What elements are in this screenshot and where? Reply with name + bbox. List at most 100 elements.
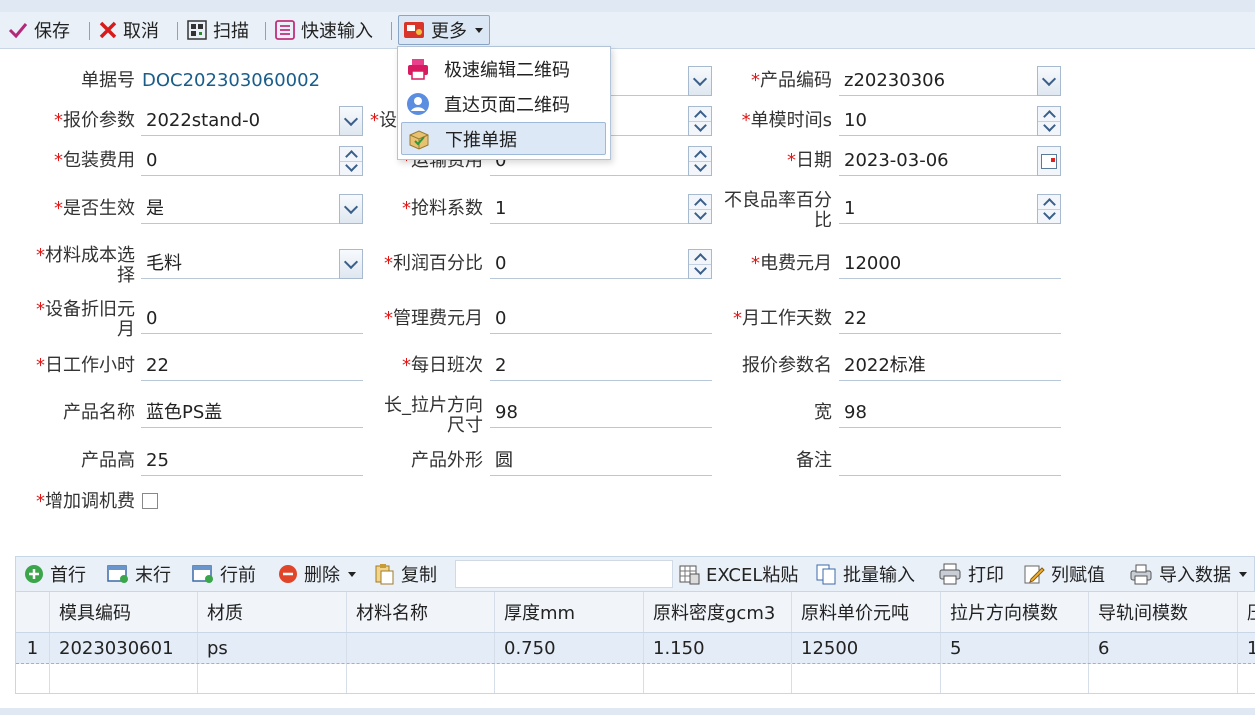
height-label: 产品高 — [81, 450, 135, 471]
shape-field[interactable]: 圆 — [490, 446, 712, 476]
column-header[interactable]: 压 — [1238, 592, 1255, 632]
spin-down-icon[interactable] — [1038, 207, 1060, 223]
mgmt-fee-label: *管理费元月 — [384, 308, 483, 329]
menu-item-direct-page-qr[interactable]: 直达页面二维码 — [401, 87, 606, 120]
table-cell[interactable]: 12500 — [792, 633, 941, 663]
import-data-button[interactable]: 导入数据 — [1129, 561, 1247, 587]
table-cell[interactable]: 5 — [941, 633, 1089, 663]
table-cell[interactable] — [50, 664, 198, 693]
length-field[interactable]: 98 — [490, 398, 712, 428]
table-cell[interactable]: 0.750 — [495, 633, 644, 663]
delete-button[interactable]: 删除 — [278, 561, 356, 587]
chevron-down-icon[interactable] — [1037, 66, 1061, 96]
excel-paste-button[interactable]: EXCEL粘贴 — [678, 561, 798, 587]
column-header[interactable]: 拉片方向模数 — [941, 592, 1089, 632]
table-cell[interactable] — [1089, 664, 1238, 693]
depreciation-field[interactable]: 0 — [141, 304, 363, 334]
save-button[interactable]: 保存 — [8, 17, 70, 43]
cancel-button[interactable]: 取消 — [99, 17, 159, 43]
column-header[interactable]: 原料单价元吨 — [792, 592, 941, 632]
table-cell[interactable] — [644, 664, 792, 693]
remark-field[interactable] — [839, 446, 1061, 476]
spin-down-icon[interactable] — [689, 262, 711, 278]
menu-item-push-down-doc[interactable]: 下推单据 — [401, 122, 606, 155]
first-row-button[interactable]: 首行 — [24, 561, 86, 587]
column-header[interactable]: 导轨间模数 — [1089, 592, 1238, 632]
width-field[interactable]: 98 — [839, 398, 1061, 428]
defect-rate-field[interactable]: 1 — [839, 194, 1061, 224]
mgmt-fee-field[interactable]: 0 — [490, 304, 712, 334]
add-setup-fee-checkbox[interactable] — [142, 493, 158, 509]
monthly-days-field[interactable]: 22 — [839, 304, 1061, 334]
spinner[interactable] — [688, 106, 712, 136]
scan-button[interactable]: 扫描 — [187, 17, 249, 43]
print-button[interactable]: 打印 — [938, 561, 1004, 587]
last-row-button[interactable]: 末行 — [107, 561, 171, 587]
spin-down-icon[interactable] — [689, 159, 711, 175]
table-cell[interactable]: 1 — [1238, 633, 1255, 663]
packaging-cost-field[interactable]: 0 — [141, 146, 363, 176]
quote-param-name-value: 2022标准 — [844, 355, 926, 376]
product-code-field[interactable]: z20230306 — [839, 66, 1061, 96]
insert-before-button[interactable]: 行前 — [192, 561, 256, 587]
spin-down-icon[interactable] — [689, 119, 711, 135]
spinner[interactable] — [339, 146, 363, 176]
spin-down-icon[interactable] — [340, 159, 362, 175]
table-cell[interactable]: 2023030601 — [50, 633, 198, 663]
more-button[interactable]: 更多 — [398, 15, 490, 45]
date-field[interactable]: 2023-03-06 — [839, 146, 1061, 176]
spinner[interactable] — [688, 146, 712, 176]
table-cell[interactable] — [941, 664, 1089, 693]
single-mold-time-field[interactable]: 10 — [839, 106, 1061, 136]
table-cell[interactable] — [495, 664, 644, 693]
electricity-field[interactable]: 12000 — [839, 249, 1061, 279]
spin-down-icon[interactable] — [1038, 119, 1060, 135]
edit-icon — [1024, 565, 1045, 584]
table-cell[interactable]: 6 — [1089, 633, 1238, 663]
product-code-label: *产品编码 — [751, 70, 832, 91]
column-header[interactable]: 厚度mm — [495, 592, 644, 632]
spinner[interactable] — [1037, 194, 1061, 224]
table-cell[interactable] — [347, 633, 495, 663]
material-cost-field[interactable]: 毛料 — [141, 249, 363, 279]
column-assign-button[interactable]: 列赋值 — [1023, 561, 1105, 587]
column-header[interactable]: 原料密度gcm3 — [644, 592, 792, 632]
column-header[interactable]: 模具编码 — [50, 592, 198, 632]
table-cell[interactable] — [1238, 664, 1255, 693]
table-cell[interactable]: ps — [198, 633, 347, 663]
menu-item-fast-edit-qr[interactable]: 极速编辑二维码 — [401, 52, 606, 85]
spin-down-icon[interactable] — [689, 207, 711, 223]
material-cost-label: *材料成本选择 — [36, 245, 135, 286]
quote-param-name-field[interactable]: 2022标准 — [839, 351, 1061, 381]
spinner[interactable] — [1037, 106, 1061, 136]
column-header[interactable]: 材料名称 — [347, 592, 495, 632]
main-toolbar: 保存 取消 扫描 快速输入 更多 — [0, 12, 1255, 49]
daily-hours-field[interactable]: 22 — [141, 351, 363, 381]
effective-field[interactable]: 是 — [141, 194, 363, 224]
batch-input-button[interactable]: 批量输入 — [815, 561, 915, 587]
calendar-icon[interactable] — [1037, 146, 1061, 176]
chevron-down-icon[interactable] — [339, 194, 363, 224]
profit-pct-field[interactable]: 0 — [490, 249, 712, 279]
chevron-down-icon[interactable] — [339, 106, 363, 136]
table-cell[interactable] — [198, 664, 347, 693]
chevron-down-icon[interactable] — [688, 66, 712, 96]
quote-param-field[interactable]: 2022stand-0 — [141, 106, 363, 136]
column-header[interactable]: 材质 — [198, 592, 347, 632]
copy-button[interactable]: 复制 — [373, 561, 437, 587]
table-cell[interactable] — [347, 664, 495, 693]
quick-input-button[interactable]: 快速输入 — [275, 17, 373, 43]
table-cell[interactable]: 1.150 — [644, 633, 792, 663]
product-name-field[interactable]: 蓝色PS盖 — [141, 398, 363, 428]
height-field[interactable]: 25 — [141, 446, 363, 476]
grab-coef-field[interactable]: 1 — [490, 194, 712, 224]
table-cell[interactable] — [792, 664, 941, 693]
chevron-down-icon[interactable] — [339, 249, 363, 279]
table-row[interactable] — [16, 664, 1255, 693]
grid-search-input[interactable] — [455, 560, 673, 588]
daily-shifts-field[interactable]: 2 — [490, 351, 712, 381]
spinner[interactable] — [688, 249, 712, 279]
date-value: 2023-03-06 — [844, 150, 949, 171]
spinner[interactable] — [688, 194, 712, 224]
table-row[interactable]: 1 2023030601 ps 0.750 1.150 12500 5 6 1 — [16, 633, 1255, 664]
